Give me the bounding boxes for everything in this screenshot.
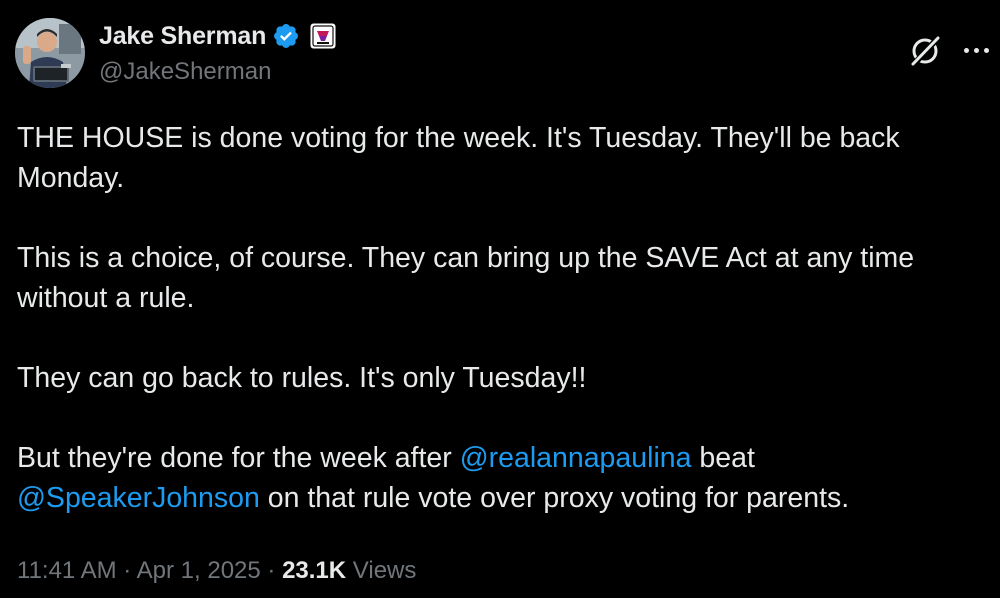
tweet-text-segment: They can go back to rules. It's only Tue…: [17, 362, 587, 394]
verified-badge-icon[interactable]: [272, 22, 300, 50]
author-display-name[interactable]: Jake Sherman: [99, 22, 266, 51]
views-label: Views: [352, 557, 417, 584]
tweet-paragraph: This is a choice, of course. They can br…: [17, 238, 977, 318]
tweet-paragraph: They can go back to rules. It's only Tue…: [17, 358, 977, 398]
meta-separator: ·: [260, 557, 283, 584]
author-name-row: Jake Sherman: [99, 19, 336, 53]
more-icon[interactable]: [959, 36, 993, 64]
tweet-time[interactable]: 11:41 AM: [17, 557, 117, 584]
tweet-text-segment: But they're done for the week after: [17, 442, 460, 474]
tweet-text-segment: This is a choice, of course. They can br…: [17, 242, 915, 314]
avatar-image: [15, 18, 85, 88]
tweet-text-segment: on that rule vote over proxy voting for …: [259, 482, 850, 514]
tweet-paragraph: But they're done for the week after @rea…: [17, 438, 977, 518]
views-count[interactable]: 23.1K: [282, 557, 346, 584]
author-handle[interactable]: @JakeSherman: [99, 58, 271, 86]
tweet-text-segment: THE HOUSE is done voting for the week. I…: [17, 122, 900, 194]
meta-separator: ·: [116, 557, 137, 584]
affiliate-badge-icon[interactable]: [310, 23, 336, 49]
tweet-text-segment: beat: [691, 442, 755, 474]
tweet-text: THE HOUSE is done voting for the week. I…: [17, 118, 977, 518]
more-dot: [983, 47, 989, 53]
tweet-meta: 11:41 AM · Apr 1, 2025 · 23.1K Views: [17, 557, 416, 585]
grok-icon[interactable]: [908, 34, 942, 68]
mention-link[interactable]: @SpeakerJohnson: [17, 482, 260, 514]
more-dot: [973, 47, 979, 53]
tweet-paragraph: THE HOUSE is done voting for the week. I…: [17, 118, 977, 198]
more-dot: [963, 47, 969, 53]
avatar[interactable]: [15, 18, 85, 88]
tweet-date[interactable]: Apr 1, 2025: [137, 557, 261, 584]
mention-link[interactable]: @realannapaulina: [460, 442, 692, 474]
tweet-header: Jake Sherman @JakeSherman: [15, 16, 989, 90]
